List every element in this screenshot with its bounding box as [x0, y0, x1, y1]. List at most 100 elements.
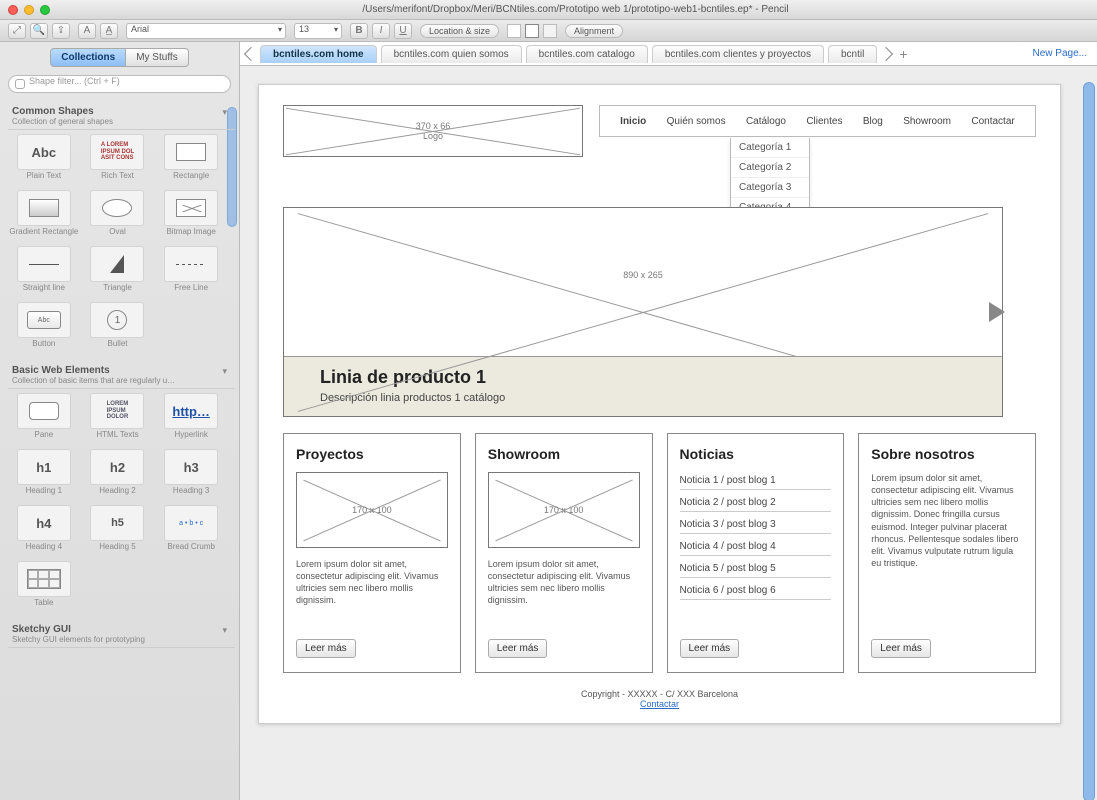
location-size-button[interactable]: Location & size — [420, 24, 499, 38]
tabs-scroll-left-icon[interactable] — [244, 46, 258, 60]
minimize-icon[interactable] — [24, 5, 34, 15]
shape-gradient-rectangle[interactable]: Gradient Rectangle — [8, 190, 80, 244]
export-icon[interactable]: ⇪ — [52, 23, 70, 39]
tab-my-stuffs[interactable]: My Stuffs — [126, 48, 189, 67]
shape-h2[interactable]: h2Heading 2 — [82, 449, 154, 503]
wf-dd-item[interactable]: Categoría 1 — [731, 138, 809, 158]
underline-icon[interactable]: U — [394, 23, 412, 39]
play-icon[interactable] — [989, 302, 1005, 322]
wf-navbar[interactable]: Inicio Quién somos Catálogo Clientes Blo… — [599, 105, 1036, 137]
canvas-area: bcntiles.com home bcntiles.com quien som… — [240, 42, 1097, 800]
wf-dd-item[interactable]: Categoría 3 — [731, 178, 809, 198]
shape-h1[interactable]: h1Heading 1 — [8, 449, 80, 503]
canvas-viewport[interactable]: 370 x 66Logo Inicio Quién somos Catálogo… — [240, 66, 1097, 800]
shape-straight-line[interactable]: Straight line — [8, 246, 80, 300]
window-title: /Users/merifont/Dropbox/Meri/BCNtiles.co… — [62, 4, 1089, 15]
wf-nav-blog[interactable]: Blog — [863, 116, 883, 127]
traffic-lights — [8, 5, 50, 15]
shape-search-input[interactable]: Shape filter... (Ctrl + F) — [8, 75, 231, 93]
shape-table[interactable]: Table — [8, 561, 80, 615]
page-tab-catalogo[interactable]: bcntiles.com catalogo — [526, 45, 648, 63]
group-basic-web[interactable]: Basic Web Elements Collection of basic i… — [8, 362, 235, 389]
shape-bullet[interactable]: 1Bullet — [82, 302, 154, 356]
wf-card-proyectos[interactable]: Proyectos 170 x 100 Lorem ipsum dolor si… — [283, 433, 461, 673]
tabs-scroll-right-icon[interactable] — [879, 46, 893, 60]
page-tabs: bcntiles.com home bcntiles.com quien som… — [240, 42, 1097, 66]
alignment-button[interactable]: Alignment — [565, 24, 623, 38]
wf-hero-caption: Linia de producto 1 Descripción linia pr… — [284, 356, 1002, 416]
wf-news-item[interactable]: Noticia 6 / post blog 6 — [680, 582, 832, 600]
wf-news-item[interactable]: Noticia 5 / post blog 5 — [680, 560, 832, 578]
wf-read-more-button[interactable]: Leer más — [296, 639, 356, 658]
canvas-scrollbar[interactable] — [1083, 82, 1095, 800]
wf-news-item[interactable]: Noticia 1 / post blog 1 — [680, 472, 832, 490]
wf-card-image: 170 x 100 — [488, 472, 640, 548]
font-select[interactable]: Arial — [126, 23, 286, 39]
add-page-icon[interactable]: + — [895, 46, 911, 62]
page-tab-quien-somos[interactable]: bcntiles.com quien somos — [381, 45, 522, 63]
background-swatch[interactable] — [543, 24, 557, 38]
shape-hyperlink[interactable]: http…Hyperlink — [155, 393, 227, 447]
shape-plain-text[interactable]: AbcPlain Text — [8, 134, 80, 188]
wf-nav-dropdown[interactable]: Categoría 1 Categoría 2 Categoría 3 Cate… — [730, 138, 810, 218]
bold-icon[interactable]: B — [350, 23, 368, 39]
font-size-select[interactable]: 13 — [294, 23, 342, 39]
wf-card-noticias[interactable]: Noticias Noticia 1 / post blog 1 Noticia… — [667, 433, 845, 673]
wf-card-sobre[interactable]: Sobre nosotros Lorem ipsum dolor sit ame… — [858, 433, 1036, 673]
wireframe-page[interactable]: 370 x 66Logo Inicio Quién somos Catálogo… — [258, 84, 1061, 724]
wf-card-showroom[interactable]: Showroom 170 x 100 Lorem ipsum dolor sit… — [475, 433, 653, 673]
zoom-icon[interactable] — [40, 5, 50, 15]
shape-oval[interactable]: Oval — [82, 190, 154, 244]
zoom-tool-icon[interactable]: 🔍 — [30, 23, 48, 39]
wf-nav-clientes[interactable]: Clientes — [806, 116, 842, 127]
page-tab-home[interactable]: bcntiles.com home — [260, 45, 377, 63]
zoom-out-icon[interactable]: ⤢ — [8, 23, 26, 39]
page-tab-clientes[interactable]: bcntiles.com clientes y proyectos — [652, 45, 824, 63]
main-toolbar: ⤢ 🔍 ⇪ A A̲ Arial 13 B I U Location & siz… — [0, 20, 1097, 42]
group-sketchy-gui[interactable]: Sketchy GUI Sketchy GUI elements for pro… — [8, 621, 235, 648]
fill-swatch[interactable] — [507, 24, 521, 38]
shapes-panel: Common Shapes Collection of general shap… — [0, 97, 239, 800]
wf-card-image: 170 x 100 — [296, 472, 448, 548]
wf-nav-inicio[interactable]: Inicio — [620, 116, 646, 127]
text-tool-icon[interactable]: A — [78, 23, 96, 39]
shape-h3[interactable]: h3Heading 3 — [155, 449, 227, 503]
shape-button[interactable]: AbcButton — [8, 302, 80, 356]
page-tab-more[interactable]: bcntil — [828, 45, 877, 63]
stroke-swatch[interactable] — [525, 24, 539, 38]
shape-breadcrumb[interactable]: a • b • cBread Crumb — [155, 505, 227, 559]
wf-news-item[interactable]: Noticia 2 / post blog 2 — [680, 494, 832, 512]
wf-dd-item[interactable]: Categoría 2 — [731, 158, 809, 178]
close-icon[interactable] — [8, 5, 18, 15]
wf-news-item[interactable]: Noticia 4 / post blog 4 — [680, 538, 832, 556]
shape-h5[interactable]: h5Heading 5 — [82, 505, 154, 559]
wf-hero-subtitle: Descripción linia productos 1 catálogo — [320, 392, 966, 404]
sidebar: Collections My Stuffs Shape filter... (C… — [0, 42, 240, 800]
new-page-link[interactable]: New Page... — [1033, 48, 1087, 59]
wf-footer-link[interactable]: Contactar — [640, 699, 679, 709]
shape-bitmap-image[interactable]: Bitmap Image — [155, 190, 227, 244]
shape-html-texts[interactable]: LOREMIPSUMDOLORHTML Texts — [82, 393, 154, 447]
group-common-shapes[interactable]: Common Shapes Collection of general shap… — [8, 103, 235, 130]
shape-pane[interactable]: Pane — [8, 393, 80, 447]
shape-free-line[interactable]: Free Line — [155, 246, 227, 300]
text-style-icon[interactable]: A̲ — [100, 23, 118, 39]
wf-nav-quien[interactable]: Quién somos — [667, 116, 726, 127]
shape-rich-text[interactable]: A LOREMIPSUM DOLASIT CONSRich Text — [82, 134, 154, 188]
shape-triangle[interactable]: Triangle — [82, 246, 154, 300]
sidebar-tabs: Collections My Stuffs — [0, 48, 239, 67]
wf-nav-catalogo[interactable]: Catálogo — [746, 116, 786, 127]
shape-rectangle[interactable]: Rectangle — [155, 134, 227, 188]
wf-nav-showroom[interactable]: Showroom — [903, 116, 951, 127]
italic-icon[interactable]: I — [372, 23, 390, 39]
wf-read-more-button[interactable]: Leer más — [871, 639, 931, 658]
wf-nav-contactar[interactable]: Contactar — [971, 116, 1014, 127]
wf-logo-placeholder[interactable]: 370 x 66Logo — [283, 105, 583, 157]
shape-h4[interactable]: h4Heading 4 — [8, 505, 80, 559]
wf-read-more-button[interactable]: Leer más — [680, 639, 740, 658]
wf-read-more-button[interactable]: Leer más — [488, 639, 548, 658]
wf-hero-title: Linia de producto 1 — [320, 367, 966, 388]
wf-hero[interactable]: 890 x 265 Linia de producto 1 Descripció… — [283, 207, 1003, 417]
tab-collections[interactable]: Collections — [50, 48, 126, 67]
wf-news-item[interactable]: Noticia 3 / post blog 3 — [680, 516, 832, 534]
